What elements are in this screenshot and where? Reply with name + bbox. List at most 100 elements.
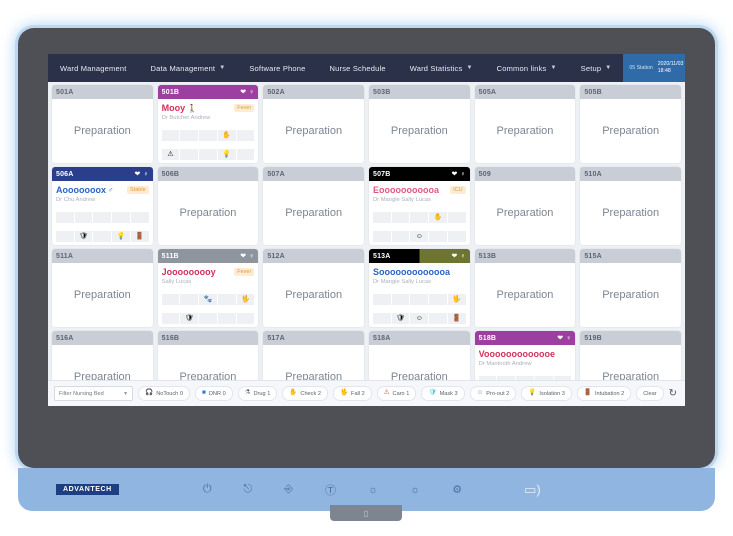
care-tag-slot-empty[interactable] [372, 211, 391, 223]
care-tag-icon[interactable]: ☺ [410, 313, 429, 324]
care-tag-slot-empty[interactable] [161, 313, 180, 324]
care-tag-icon[interactable]: ⚠ [161, 149, 180, 160]
care-tag-icon[interactable]: 🖖 [447, 293, 466, 305]
bed-card[interactable]: 501B ❤ ♀ Mooy 🚶 Fever Dr Butcher Andrew ✋ ⚠ 💡 [157, 85, 259, 163]
patient-info-body: Sooooooooooooa Dr Mangle Sally Lucas 🖖 🛡 ☺ 🚪 [369, 263, 470, 327]
tag-filter-button[interactable]: ⚗ Drug 1 [237, 386, 278, 401]
care-tag-slot-empty[interactable] [429, 293, 447, 305]
refresh-icon[interactable]: ↻ [669, 388, 677, 399]
care-tag-icon[interactable]: 🚪 [130, 231, 149, 242]
tag-filter-button[interactable]: ✋ Check 2 [282, 386, 328, 401]
nav-item-setup[interactable]: Setup ▼ [569, 54, 624, 82]
station-clock-block[interactable]: 05 Station 2020/11/03 Tuesday 18:48 [623, 54, 685, 82]
care-tag-slot-empty[interactable] [447, 211, 466, 223]
bed-card[interactable]: 506A ❤ ♀ Aooooooox ♂ Stable Dr Chu Andrew 🛡 💡 🚪 [52, 167, 153, 245]
care-tag-icon[interactable]: ✋ [429, 211, 447, 223]
bed-card[interactable]: 509 Preparation [474, 167, 576, 245]
care-tag-slot-empty[interactable] [93, 231, 112, 242]
care-tag-slot-empty[interactable] [447, 231, 466, 242]
bed-card-header: 501B ❤ ♀ [157, 85, 259, 99]
nav-item-software-phone[interactable]: Software Phone [237, 54, 317, 82]
filter-nursing-bed-select[interactable]: Filter Nursing Bed ▼ [54, 386, 134, 401]
sun-icon[interactable]: ☼ [410, 484, 420, 496]
bed-card[interactable]: 505A Preparation [474, 85, 576, 163]
bed-card[interactable]: 507B ❤ ♀ Eooooooooooa ICU Dr Mangle Sally Luc… [368, 167, 470, 245]
bed-card[interactable]: 503B Preparation [368, 85, 470, 163]
care-tag-slot-empty[interactable] [236, 313, 255, 324]
care-tag-slot-empty[interactable] [56, 231, 74, 242]
care-tag-slot-empty[interactable] [56, 211, 74, 223]
care-tag-icon[interactable]: 💡 [112, 231, 130, 242]
contrast-icon[interactable]: ⎆ [284, 483, 293, 496]
tag-filter-button[interactable]: ☺ Pro-out 2 [469, 386, 517, 401]
tag-filter-button[interactable]: ■ DNR 0 [194, 386, 233, 401]
care-tag-slot-empty[interactable] [217, 313, 236, 324]
care-tag-icon[interactable]: 🛡 [180, 313, 199, 324]
care-tag-slot-empty[interactable] [161, 293, 180, 305]
care-tag-slot-empty[interactable] [236, 129, 255, 141]
bed-card[interactable]: 501A Preparation [52, 85, 153, 163]
gear-icon[interactable]: ⚙ [452, 483, 462, 496]
care-tag-slot-empty[interactable] [180, 149, 199, 160]
care-tag-slot-empty[interactable] [130, 211, 149, 223]
care-tag-slot-empty[interactable] [236, 149, 255, 160]
care-tag-slot-empty[interactable] [93, 211, 112, 223]
care-tag-icon[interactable]: 🛡 [391, 313, 410, 324]
tag-filter-button[interactable]: ⚠ Caro 1 [376, 386, 417, 401]
bed-card[interactable]: 505B Preparation [580, 85, 681, 163]
care-tag-slot-empty[interactable] [199, 149, 217, 160]
tag-filter-button[interactable]: 🛡 Mask 3 [421, 386, 465, 401]
power-icon[interactable]: ⏻ [203, 483, 212, 496]
signal-icon[interactable]: Ⓣ [325, 482, 336, 498]
care-tag-slot-empty[interactable] [372, 293, 391, 305]
bed-card[interactable]: 512A Preparation [263, 249, 364, 327]
care-tag-slot-empty[interactable] [199, 313, 217, 324]
brightness-icon[interactable]: ☼ [368, 484, 378, 496]
care-tag-icon[interactable]: ☺ [410, 231, 429, 242]
care-tag-slot-empty[interactable] [217, 293, 236, 305]
care-tag-slot-empty[interactable] [112, 211, 130, 223]
care-tag-slot-empty[interactable] [410, 211, 429, 223]
care-tag-slot-empty[interactable] [161, 129, 180, 141]
care-tag-slot-empty[interactable] [74, 211, 93, 223]
care-tag-slot-empty[interactable] [391, 231, 410, 242]
bed-card[interactable]: 511B ❤ ♀ Jooooooooy Fever Sally Lucas 🐾 🖖 🛡 [157, 249, 259, 327]
bed-number: 518B [478, 334, 497, 342]
nav-item-data-management[interactable]: Data Management ▼ [139, 54, 238, 82]
care-tag-slot-empty[interactable] [429, 313, 447, 324]
nav-item-ward-statistics[interactable]: Ward Statistics ▼ [398, 54, 485, 82]
bed-card[interactable]: 510A Preparation [580, 167, 681, 245]
nav-item-ward-management[interactable]: Ward Management [48, 54, 139, 82]
care-tag-icon[interactable]: 🖖 [236, 293, 255, 305]
tag-filter-button[interactable]: 🎧 NoTouch 0 [138, 386, 190, 401]
care-tag-icon[interactable]: 🚪 [447, 313, 466, 324]
care-tag-icon[interactable]: 🛡 [74, 231, 93, 242]
care-tag-slot-empty[interactable] [391, 293, 410, 305]
bed-card-header: 510A [580, 167, 681, 181]
care-tag-icon[interactable]: 🐾 [199, 293, 217, 305]
play-icon[interactable]: ⎋ [244, 483, 253, 496]
care-tag-slot-empty[interactable] [429, 231, 447, 242]
bed-card[interactable]: 515A Preparation [580, 249, 681, 327]
care-tag-slot-empty[interactable] [372, 231, 391, 242]
nav-item-nurse-schedule[interactable]: Nurse Schedule [318, 54, 398, 82]
bed-card[interactable]: 502A Preparation [263, 85, 364, 163]
bed-card[interactable]: 513B Preparation [474, 249, 576, 327]
bed-card[interactable]: 507A Preparation [263, 167, 364, 245]
tag-filter-button[interactable]: 🚪 Intubation 2 [576, 386, 632, 401]
care-tag-slot-empty[interactable] [199, 129, 217, 141]
care-tag-slot-empty[interactable] [410, 293, 429, 305]
care-tag-slot-empty[interactable] [180, 293, 199, 305]
tag-filter-button[interactable]: Clear [636, 386, 664, 401]
care-tag-slot-empty[interactable] [180, 129, 199, 141]
care-tag-icon[interactable]: 💡 [217, 149, 236, 160]
tag-filter-button[interactable]: 💡 Isolation 3 [521, 386, 572, 401]
care-tag-slot-empty[interactable] [372, 313, 391, 324]
bed-card[interactable]: 513A ❤ ♀ Sooooooooooooa Dr Mangle Sally Luca… [368, 249, 470, 327]
bed-card[interactable]: 506B Preparation [157, 167, 259, 245]
nav-item-common-links[interactable]: Common links ▼ [485, 54, 569, 82]
tag-filter-button[interactable]: 🖖 Fall 2 [332, 386, 372, 401]
care-tag-slot-empty[interactable] [391, 211, 410, 223]
bed-card[interactable]: 511A Preparation [52, 249, 153, 327]
care-tag-icon[interactable]: ✋ [217, 129, 236, 141]
